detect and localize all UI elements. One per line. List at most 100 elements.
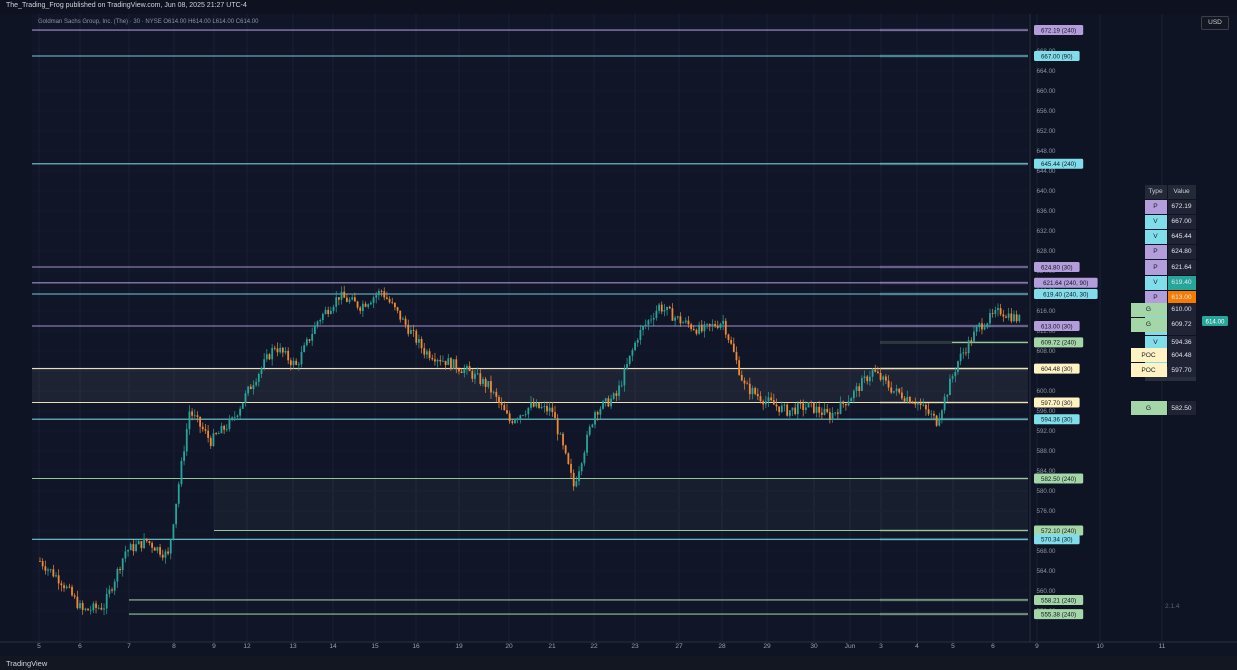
level-glow xyxy=(880,28,1028,32)
candle-body xyxy=(882,376,885,380)
candle-body xyxy=(714,324,717,327)
table-cell-type: V xyxy=(1144,230,1167,245)
x-tick-label: 15 xyxy=(371,643,379,650)
candle-body xyxy=(850,398,853,402)
candle-body xyxy=(767,397,770,402)
candle-body xyxy=(623,368,626,386)
candle-body xyxy=(674,317,676,321)
candle-body xyxy=(786,404,789,416)
level-glow xyxy=(880,162,1028,166)
level-glow xyxy=(880,265,1028,269)
candle-body xyxy=(487,381,490,387)
candle-body xyxy=(807,402,810,408)
candle-body xyxy=(276,348,279,353)
level-tag-label: 667.00 (90) xyxy=(1041,53,1073,60)
candle-body xyxy=(220,425,223,434)
candle-body xyxy=(119,569,121,571)
candle-body xyxy=(639,329,642,340)
x-tick-label: 16 xyxy=(412,643,420,650)
candle-body xyxy=(663,310,666,312)
candle-body xyxy=(167,551,169,554)
y-tick-label: 592.00 xyxy=(1037,428,1056,435)
candle-body xyxy=(839,401,842,414)
level-tag-label: 624.80 (30) xyxy=(1041,264,1073,271)
last-price-label: 614.00 xyxy=(1206,318,1225,325)
candle-body xyxy=(954,371,957,377)
candle-body xyxy=(866,376,869,382)
candle-body xyxy=(367,304,370,307)
candle-body xyxy=(68,586,71,588)
candle-body xyxy=(76,596,79,609)
candle-body xyxy=(652,317,655,320)
candle-body xyxy=(636,339,639,343)
candle-body xyxy=(746,383,749,385)
publish-text: The_Trading_Frog published on TradingVie… xyxy=(6,2,247,9)
candle-body xyxy=(610,398,612,407)
candle-body xyxy=(692,328,695,330)
x-tick-label: 5 xyxy=(37,643,41,650)
x-tick-label: 30 xyxy=(810,643,818,650)
candle-body xyxy=(759,396,762,402)
candle-body xyxy=(212,433,215,446)
candle-body xyxy=(711,324,714,326)
chart-area[interactable]: 5 6 7 8 9 12 13 14 15 16 19 20 21 22 23 27 28 29 30 Jun 3 4 5 6… xyxy=(0,14,1237,656)
candle-body xyxy=(52,569,55,577)
table-cell-value: 667.00 xyxy=(1167,214,1196,230)
candle-body xyxy=(909,396,911,403)
candle-body xyxy=(295,360,298,365)
candle-body xyxy=(794,407,797,415)
table-cell-type: V xyxy=(1144,214,1167,230)
y-tick-label: 632.00 xyxy=(1037,228,1056,235)
candle-body xyxy=(519,415,522,420)
candle-body xyxy=(722,320,725,324)
y-tick-label: 580.00 xyxy=(1037,488,1056,495)
x-tick-label: 6 xyxy=(78,643,82,650)
candle-body xyxy=(463,369,466,373)
candle-body xyxy=(973,331,975,342)
candle-body xyxy=(305,339,308,346)
x-tick-label: 13 xyxy=(289,643,297,650)
candle-body xyxy=(44,566,47,571)
currency-button[interactable]: USD xyxy=(1201,16,1229,30)
candle-body xyxy=(762,401,765,405)
candle-body xyxy=(607,398,610,407)
candle-body xyxy=(1005,316,1007,318)
candle-body xyxy=(394,302,396,308)
side-cell-value: 597.70 xyxy=(1167,363,1196,378)
candle-body xyxy=(778,406,781,412)
candle-body xyxy=(39,561,41,562)
candle-body xyxy=(57,575,60,584)
table-row: Type Value xyxy=(1144,184,1196,199)
candle-body xyxy=(770,397,773,401)
candle-body xyxy=(353,297,356,302)
level-glow xyxy=(880,340,1028,344)
candle-body xyxy=(249,386,252,390)
level-tag-label: 555.38 (240) xyxy=(1041,611,1076,618)
candle-body xyxy=(455,359,458,370)
candle-body xyxy=(570,463,572,473)
candle-body xyxy=(383,291,386,298)
side-cell-type: POC xyxy=(1130,363,1167,378)
candle-body xyxy=(252,385,255,390)
candle-body xyxy=(241,402,244,409)
candle-body xyxy=(340,291,343,300)
table-cell-type: P xyxy=(1144,260,1167,275)
candle-body xyxy=(308,339,311,341)
candle-body xyxy=(818,406,821,413)
x-tick-label: 9 xyxy=(1035,643,1039,650)
candle-body xyxy=(999,308,1002,315)
price-chart[interactable]: 5 6 7 8 9 12 13 14 15 16 19 20 21 22 23 27 28 29 30 Jun 3 4 5 6… xyxy=(0,14,1237,656)
y-tick-label: 560.00 xyxy=(1037,588,1056,595)
candle-body xyxy=(820,412,823,415)
candle-body xyxy=(975,327,978,332)
candle-body xyxy=(852,390,855,399)
candle-body xyxy=(556,418,559,435)
candle-body xyxy=(831,412,834,420)
y-tick-label: 596.00 xyxy=(1037,408,1056,415)
candle-body xyxy=(930,413,933,415)
candle-body xyxy=(311,333,314,341)
candle-body xyxy=(538,402,540,409)
candle-body xyxy=(957,361,959,372)
candle-body xyxy=(484,378,487,387)
candle-body xyxy=(562,433,564,446)
